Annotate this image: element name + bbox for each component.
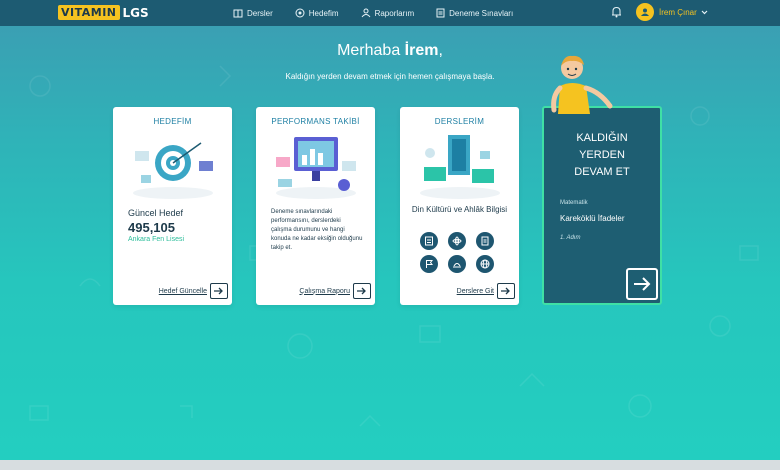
avatar [636,3,654,21]
logo-lgs-text: LGS [122,5,149,20]
nav-label-deneme: Deneme Sınavları [449,8,514,18]
nav-item-raporlarim[interactable]: Raporlarım [361,8,415,18]
current-goal-label: Güncel Hedef [128,208,184,218]
nav-item-deneme-sinavlari[interactable]: Deneme Sınavları [436,8,513,18]
update-goal-button[interactable]: Hedef Güncelle [159,283,228,299]
arrow-right-icon [353,283,371,299]
go-to-lessons-label: Derslere Git [456,287,494,295]
nav-item-dersler[interactable]: Dersler [233,9,273,18]
subject-sunrise-icon[interactable] [448,255,466,273]
subject-globe-icon[interactable] [476,255,494,273]
logo-vitamin-text: VITAMIN [58,5,120,20]
resume-subject: Matematik [560,200,588,206]
current-goal-score: 495,105 [128,220,175,235]
subject-icon-grid [420,232,500,273]
lessons-card: DERSLERİM Din Kültürü ve Ahlâk Bilgisi D… [400,107,519,305]
go-to-lessons-button[interactable]: Derslere Git [457,283,515,299]
arrow-right-icon [210,283,228,299]
notification-bell-icon[interactable] [611,6,622,18]
greeting-title: Merhaba İrem, [0,42,780,60]
nav-label-hedefim: Hedefim [308,8,339,18]
resume-topic: Kareköklü İfadeler [560,214,625,223]
subject-calculator-icon[interactable] [420,232,438,250]
greeting-name: İrem [404,42,439,59]
update-goal-label: Hedef Güncelle [158,287,207,295]
greeting-subtitle: Kaldığın yerden devam etmek için hemen ç… [285,72,495,81]
resume-card[interactable]: KALDIĞIN YERDEN DEVAM ET Matematik Karek… [542,106,662,305]
arrow-right-icon [497,283,515,299]
top-navigation-bar: VITAMIN LGS Dersler Hedefim Raporlarım D… [0,0,780,26]
performance-card: PERFORMANS TAKİBİ Deneme sınavlarındaki … [256,107,375,305]
lessons-illustration [420,135,500,199]
subject-book-icon[interactable] [476,232,494,250]
book-icon [233,9,243,17]
student-character-illustration [551,55,613,114]
study-report-button[interactable]: Çalışma Raporu [299,283,371,299]
user-icon [641,8,649,16]
target-icon [295,8,305,18]
resume-title: KALDIĞIN YERDEN DEVAM ET [544,130,660,181]
report-icon [361,8,370,18]
greeting-prefix: Merhaba [337,42,401,59]
subject-atom-icon[interactable] [448,232,466,250]
resume-title-line2: YERDEN [579,149,625,161]
nav-label-dersler: Dersler [247,8,273,18]
greeting-suffix: , [438,42,443,59]
nav-label-raporlarim: Raporlarım [374,8,415,18]
performance-card-title: PERFORMANS TAKİBİ [271,117,360,126]
study-report-label: Çalışma Raporu [299,287,350,295]
resume-title-line1: KALDIĞIN [576,132,628,144]
user-menu[interactable]: İrem Çınar [636,3,708,21]
goal-school: Ankara Fen Lisesi [128,236,185,243]
performance-illustration [276,137,356,199]
arrow-right-icon [634,277,651,291]
performance-description: Deneme sınavlarındaki performansını, der… [271,209,363,251]
subject-flag-icon[interactable] [420,255,438,273]
main-nav: Dersler Hedefim Raporlarım Deneme Sınavl… [233,0,535,26]
target-illustration [133,142,213,199]
chevron-down-icon [701,10,708,14]
user-name: İrem Çınar [659,7,697,17]
nav-item-hedefim[interactable]: Hedefim [295,8,339,18]
vitamin-lgs-logo[interactable]: VITAMIN LGS [58,5,149,20]
resume-title-line3: DEVAM ET [574,166,630,178]
hedef-card-title: HEDEFİM [153,117,192,126]
lessons-card-title: DERSLERİM [434,117,485,126]
resume-step: 1. Adım [560,235,581,241]
selected-lesson-name: Din Kültürü ve Ahlâk Bilgisi [411,205,508,214]
document-icon [436,8,445,18]
resume-arrow-button[interactable] [626,268,658,300]
bottom-strip [0,460,780,470]
hedef-card: HEDEFİM Güncel Hedef 495,105 Ankara Fen … [113,107,232,305]
